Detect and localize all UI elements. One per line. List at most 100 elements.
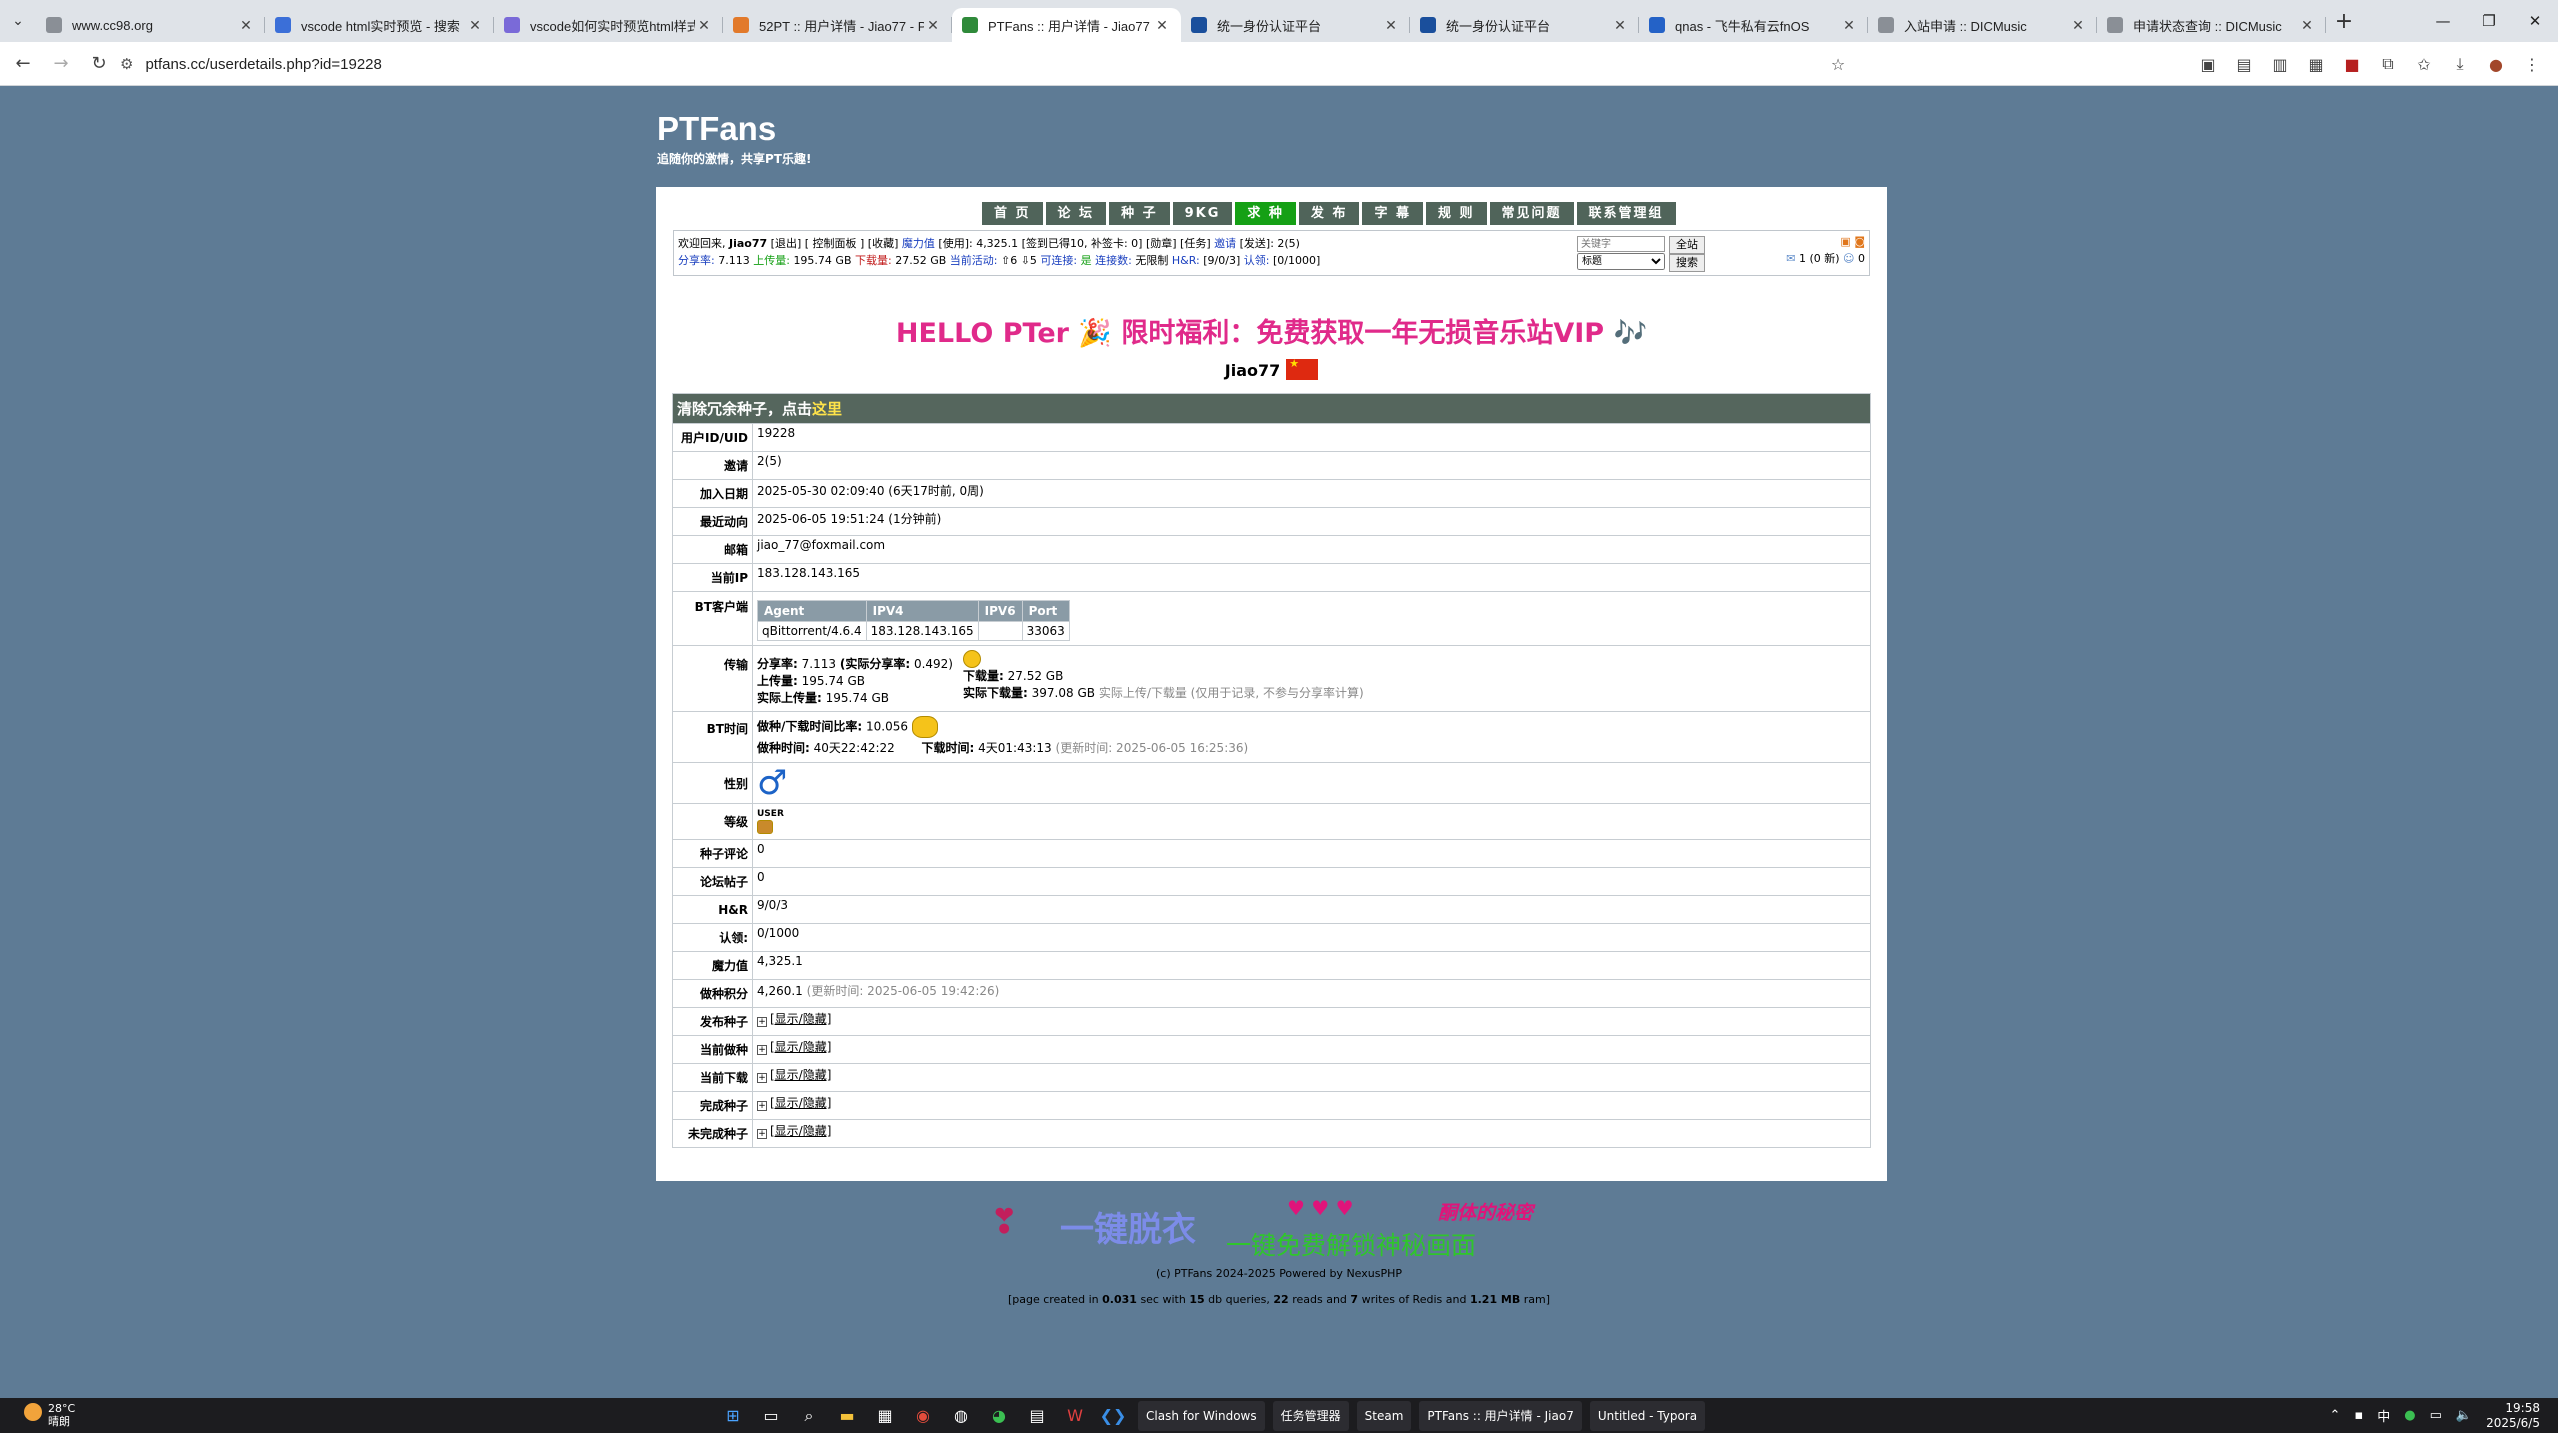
favorites-icon[interactable]: ✩ xyxy=(2406,42,2442,86)
tray-app-icon[interactable]: ▪ xyxy=(2354,1408,2363,1423)
tray-overflow-icon[interactable]: ⌃ xyxy=(2330,1408,2341,1423)
friends-count[interactable]: 0 xyxy=(1858,252,1865,265)
profile-avatar[interactable]: ● xyxy=(2478,42,2514,86)
tab-close-icon[interactable]: ✕ xyxy=(2298,17,2316,34)
menu-item[interactable]: 9KG xyxy=(1172,202,1233,225)
bonus-link[interactable]: 魔力值 xyxy=(902,237,935,250)
expand-icon[interactable]: + xyxy=(757,1101,767,1111)
tab-close-icon[interactable]: ✕ xyxy=(237,17,255,34)
menu-item[interactable]: 首 页 xyxy=(982,202,1043,225)
extension-icon[interactable]: ▣ xyxy=(2190,42,2226,86)
menu-icon[interactable]: ⋮ xyxy=(2514,42,2550,86)
browser-tab[interactable]: www.cc98.org ✕ xyxy=(36,8,265,42)
weather-widget[interactable]: 28°C 晴朗 xyxy=(24,1402,75,1428)
browser-tab[interactable]: PTFans :: 用户详情 - Jiao77 ✕ xyxy=(952,8,1181,42)
start-icon[interactable]: ⊞ xyxy=(716,1401,750,1431)
browser-tab[interactable]: 52PT :: 用户详情 - Jiao77 - P ✕ xyxy=(723,8,952,42)
browser-tab[interactable]: qnas - 飞牛私有云fnOS ✕ xyxy=(1639,8,1868,42)
ime-indicator[interactable]: 中 xyxy=(2377,1406,2390,1425)
reload-icon[interactable]: ↻ xyxy=(80,53,118,74)
menu-item[interactable]: 规 则 xyxy=(1425,202,1487,225)
username-link[interactable]: Jiao77 xyxy=(729,237,767,250)
search-icon[interactable]: ⌕ xyxy=(792,1401,826,1431)
clock[interactable]: 19:58 2025/6/5 xyxy=(2486,1401,2540,1431)
browser-tab[interactable]: vscode html实时预览 - 搜索 ✕ xyxy=(265,8,494,42)
taskbar-app-browser[interactable]: PTFans :: 用户详情 - Jiao7 xyxy=(1419,1400,1582,1431)
vscode-icon[interactable]: ❮❯ xyxy=(1096,1401,1130,1431)
footer-ad-banner[interactable]: ❣ 一键脱衣 一键免费解锁神秘画面 ♥ ♥ ♥ 酮体的秘密 xyxy=(990,1196,1590,1260)
expand-icon[interactable]: + xyxy=(757,1045,767,1055)
toggle-incomplete-link[interactable]: [显示/隐藏] xyxy=(770,1124,831,1138)
taskbar-app-clash[interactable]: Clash for Windows xyxy=(1138,1400,1265,1431)
buddy-icon[interactable]: ☺ xyxy=(1843,252,1854,265)
browser-tab[interactable]: 统一身份认证平台 ✕ xyxy=(1410,8,1639,42)
hr-link[interactable]: H&R: xyxy=(1172,254,1200,267)
menu-item[interactable]: 字 幕 xyxy=(1362,202,1423,225)
menu-item[interactable]: 常见问题 xyxy=(1489,202,1574,225)
tab-close-icon[interactable]: ✕ xyxy=(1840,17,1858,34)
minimize-icon[interactable]: — xyxy=(2420,0,2466,42)
browser-tab[interactable]: 申请状态查询 :: DICMusic ✕ xyxy=(2097,8,2326,42)
claim-link[interactable]: 认领: xyxy=(1244,254,1270,267)
toggle-completed-link[interactable]: [显示/隐藏] xyxy=(770,1096,831,1110)
new-tab-button[interactable]: + xyxy=(2326,9,2362,34)
extensions-puzzle-icon[interactable]: ⧉ xyxy=(2370,42,2406,86)
wechat-icon[interactable]: ◕ xyxy=(982,1401,1016,1431)
site-settings-icon[interactable]: ⚙ xyxy=(120,55,133,73)
bookmark-star-icon[interactable]: ☆ xyxy=(1820,42,1856,86)
tab-close-icon[interactable]: ✕ xyxy=(1382,17,1400,34)
taskbar-app-taskmgr[interactable]: 任务管理器 xyxy=(1272,1400,1349,1431)
menu-item[interactable]: 求 种 xyxy=(1235,202,1296,225)
promo-banner[interactable]: HELLO PTer 🎉 限时福利：免费获取一年无损音乐站VIP 🎶 xyxy=(656,311,1887,350)
search-all-button[interactable]: 全站 xyxy=(1669,236,1705,254)
rss-icon[interactable]: ▣ xyxy=(1840,235,1850,248)
close-window-icon[interactable]: ✕ xyxy=(2512,0,2558,42)
tab-search-icon[interactable]: ⌄ xyxy=(0,0,36,42)
user-links[interactable]: [退出] [ 控制面板 ] [收藏] xyxy=(771,237,899,250)
menu-item[interactable]: 论 坛 xyxy=(1045,202,1107,225)
clear-here-link[interactable]: 这里 xyxy=(812,400,842,418)
tab-close-icon[interactable]: ✕ xyxy=(1153,17,1171,34)
search-input[interactable] xyxy=(1577,236,1665,252)
search-scope-select[interactable]: 标题 xyxy=(1577,253,1665,270)
extension-icon[interactable]: ▤ xyxy=(2226,42,2262,86)
browser-tab[interactable]: vscode如何实时预览html样式 ✕ xyxy=(494,8,723,42)
messages-count[interactable]: 1 (0 新) xyxy=(1799,252,1840,265)
tab-close-icon[interactable]: ✕ xyxy=(924,17,942,34)
extension-icon[interactable]: ▥ xyxy=(2262,42,2298,86)
menu-item[interactable]: 联系管理组 xyxy=(1576,202,1676,225)
tab-close-icon[interactable]: ✕ xyxy=(466,17,484,34)
extension-icon[interactable]: ■ xyxy=(2334,42,2370,86)
menu-item[interactable]: 种 子 xyxy=(1109,202,1170,225)
tray-app-icon[interactable]: ● xyxy=(2404,1408,2415,1423)
expand-icon[interactable]: + xyxy=(757,1017,767,1027)
file-explorer-icon[interactable]: ▬ xyxy=(830,1401,864,1431)
site-logo[interactable]: PTFans 追随你的激情，共享PT乐趣! xyxy=(657,110,811,167)
menu-item[interactable]: 发 布 xyxy=(1298,202,1360,225)
back-icon[interactable]: ← xyxy=(4,53,42,74)
browser-tab[interactable]: 统一身份认证平台 ✕ xyxy=(1181,8,1410,42)
restore-icon[interactable]: ❐ xyxy=(2466,0,2512,42)
toggle-leeching-link[interactable]: [显示/隐藏] xyxy=(770,1068,831,1082)
forward-icon[interactable]: → xyxy=(42,53,80,74)
volume-icon[interactable]: 🔈 xyxy=(2456,1408,2472,1423)
inbox-icon[interactable]: ✉ xyxy=(1786,252,1795,265)
toggle-uploaded-link[interactable]: [显示/隐藏] xyxy=(770,1012,831,1026)
invite-link[interactable]: 邀请 xyxy=(1214,237,1236,250)
chrome-icon[interactable]: ◉ xyxy=(906,1401,940,1431)
wps-icon[interactable]: W xyxy=(1058,1401,1092,1431)
terminal-icon[interactable]: ▤ xyxy=(1020,1401,1054,1431)
rss-icon[interactable]: ◙ xyxy=(1854,235,1865,248)
tab-close-icon[interactable]: ✕ xyxy=(2069,17,2087,34)
qq-icon[interactable]: ◍ xyxy=(944,1401,978,1431)
tab-close-icon[interactable]: ✕ xyxy=(695,17,713,34)
browser-tab[interactable]: 入站申请 :: DICMusic ✕ xyxy=(1868,8,2097,42)
network-icon[interactable]: ▭ xyxy=(2430,1408,2442,1423)
tab-close-icon[interactable]: ✕ xyxy=(1611,17,1629,34)
expand-icon[interactable]: + xyxy=(757,1129,767,1139)
downloads-icon[interactable]: ⤓ xyxy=(2442,42,2478,86)
search-button[interactable]: 搜索 xyxy=(1669,254,1705,272)
expand-icon[interactable]: + xyxy=(757,1073,767,1083)
store-icon[interactable]: ▦ xyxy=(868,1401,902,1431)
task-view-icon[interactable]: ▭ xyxy=(754,1401,788,1431)
